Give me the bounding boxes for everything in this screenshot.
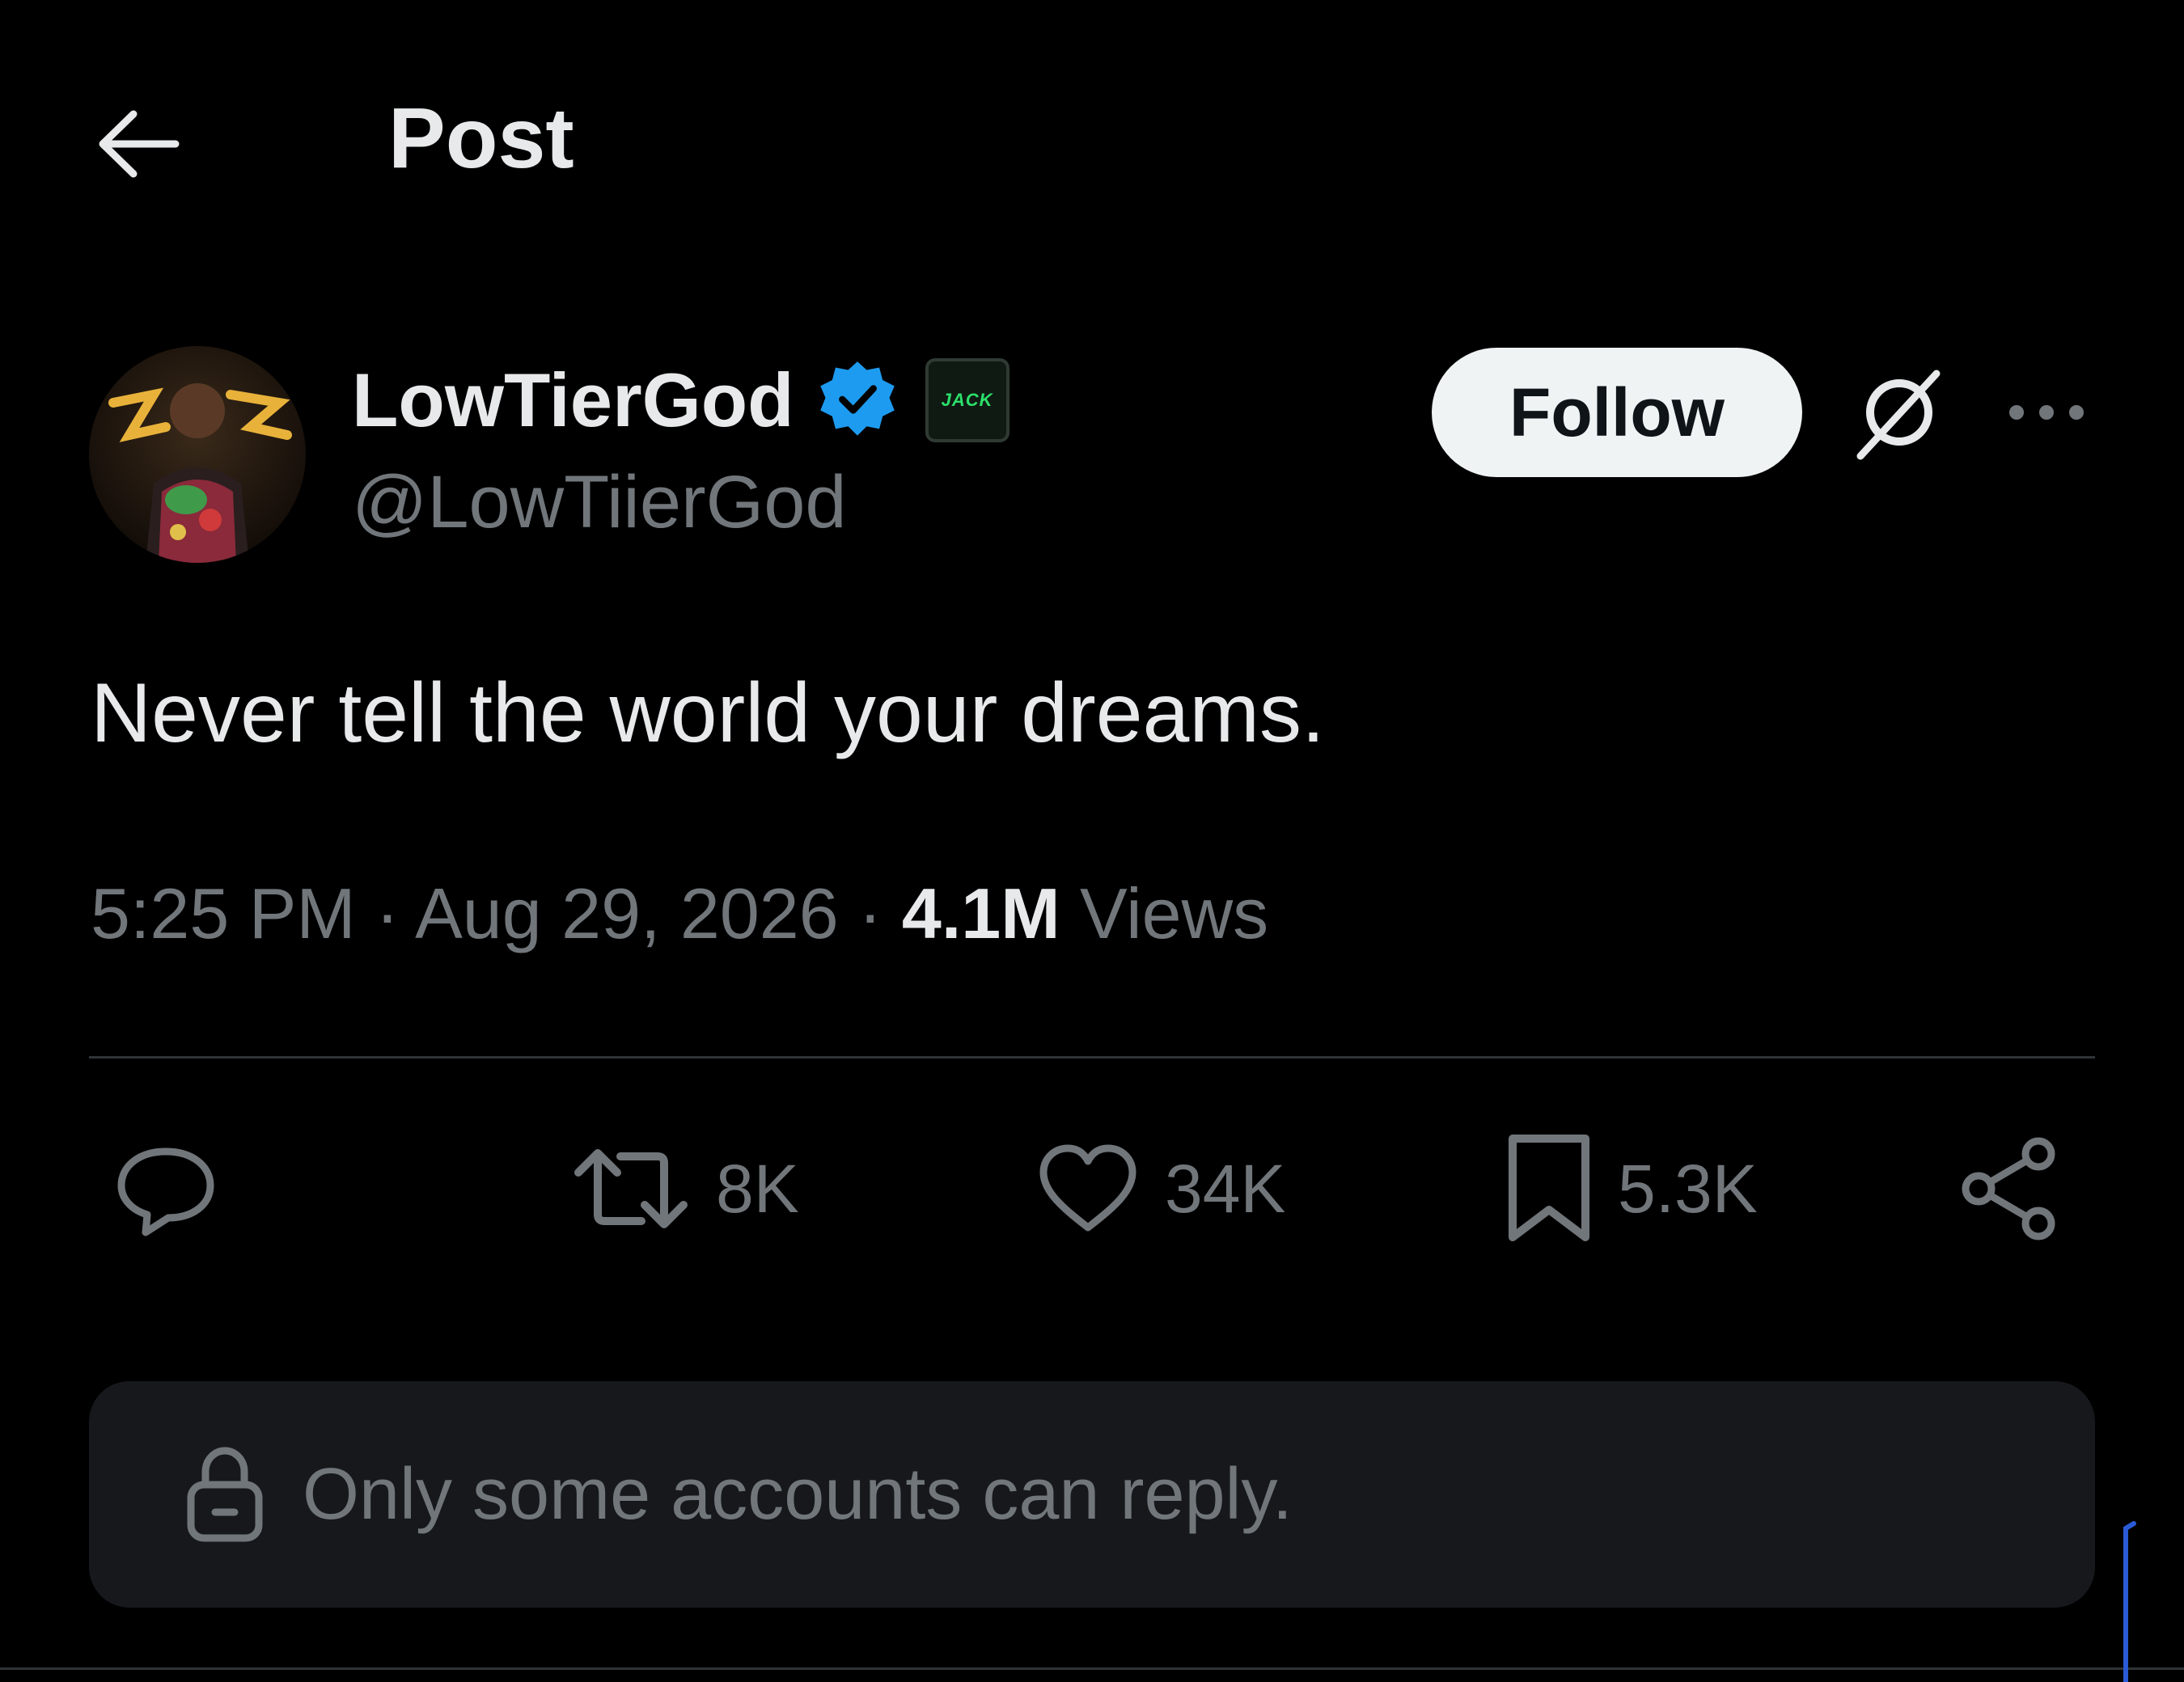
repost-count: 8K — [716, 1151, 799, 1227]
heart-icon — [1039, 1144, 1136, 1232]
share-icon — [1962, 1137, 2055, 1240]
display-name-row[interactable]: LowTierGod JACK — [352, 356, 1009, 445]
bottom-divider — [0, 1667, 2184, 1670]
reply-restriction-message: Only some accounts can reply. — [303, 1454, 1293, 1535]
views-count[interactable]: 4.1M — [902, 873, 1060, 953]
arrow-left-icon — [99, 110, 180, 178]
reply-restriction-banner: Only some accounts can reply. — [89, 1381, 2095, 1608]
share-button[interactable] — [1958, 1132, 2063, 1245]
grok-button[interactable] — [1846, 361, 1951, 466]
bookmark-icon — [1509, 1135, 1589, 1241]
affiliate-badge-text: JACK — [941, 390, 993, 410]
affiliate-badge[interactable]: JACK — [925, 358, 1009, 442]
reply-button[interactable] — [113, 1132, 218, 1245]
like-button[interactable]: 34K — [1035, 1132, 1285, 1245]
lock-icon — [187, 1447, 263, 1542]
avatar-image — [89, 346, 306, 563]
post-text: Never tell the world your dreams. — [91, 666, 1325, 760]
user-handle[interactable]: @LowTiierGod — [352, 465, 847, 539]
meta-separator: · — [858, 873, 902, 953]
more-options-button[interactable] — [1998, 380, 2095, 445]
post-detail-page: Post LowTierGod JACK @LowTiierGod Follow… — [0, 0, 2184, 1682]
back-button[interactable] — [91, 104, 188, 184]
verified-badge-icon — [819, 361, 895, 436]
more-options-icon — [2009, 405, 2084, 420]
post-time[interactable]: 5:25 PM — [91, 873, 356, 953]
ink-mark — [2123, 1521, 2136, 1682]
follow-button[interactable]: Follow — [1432, 348, 1802, 477]
page-title: Post — [388, 91, 574, 186]
post-date[interactable]: Aug 29, 2026 — [415, 873, 839, 953]
meta-separator: · — [375, 873, 416, 953]
post-meta: 5:25 PM · Aug 29, 2026 · 4.1M Views — [91, 878, 1268, 949]
avatar[interactable] — [89, 346, 306, 563]
views-label[interactable]: Views — [1080, 873, 1268, 953]
repost-icon — [574, 1149, 688, 1228]
display-name[interactable]: LowTierGod — [352, 362, 794, 438]
grok-icon — [1856, 370, 1941, 460]
divider — [89, 1056, 2095, 1059]
like-count: 34K — [1165, 1151, 1286, 1227]
bookmark-button[interactable]: 5.3K — [1505, 1132, 1758, 1245]
repost-button[interactable]: 8K — [570, 1132, 799, 1245]
bookmark-count: 5.3K — [1618, 1151, 1758, 1227]
reply-icon — [117, 1147, 214, 1236]
